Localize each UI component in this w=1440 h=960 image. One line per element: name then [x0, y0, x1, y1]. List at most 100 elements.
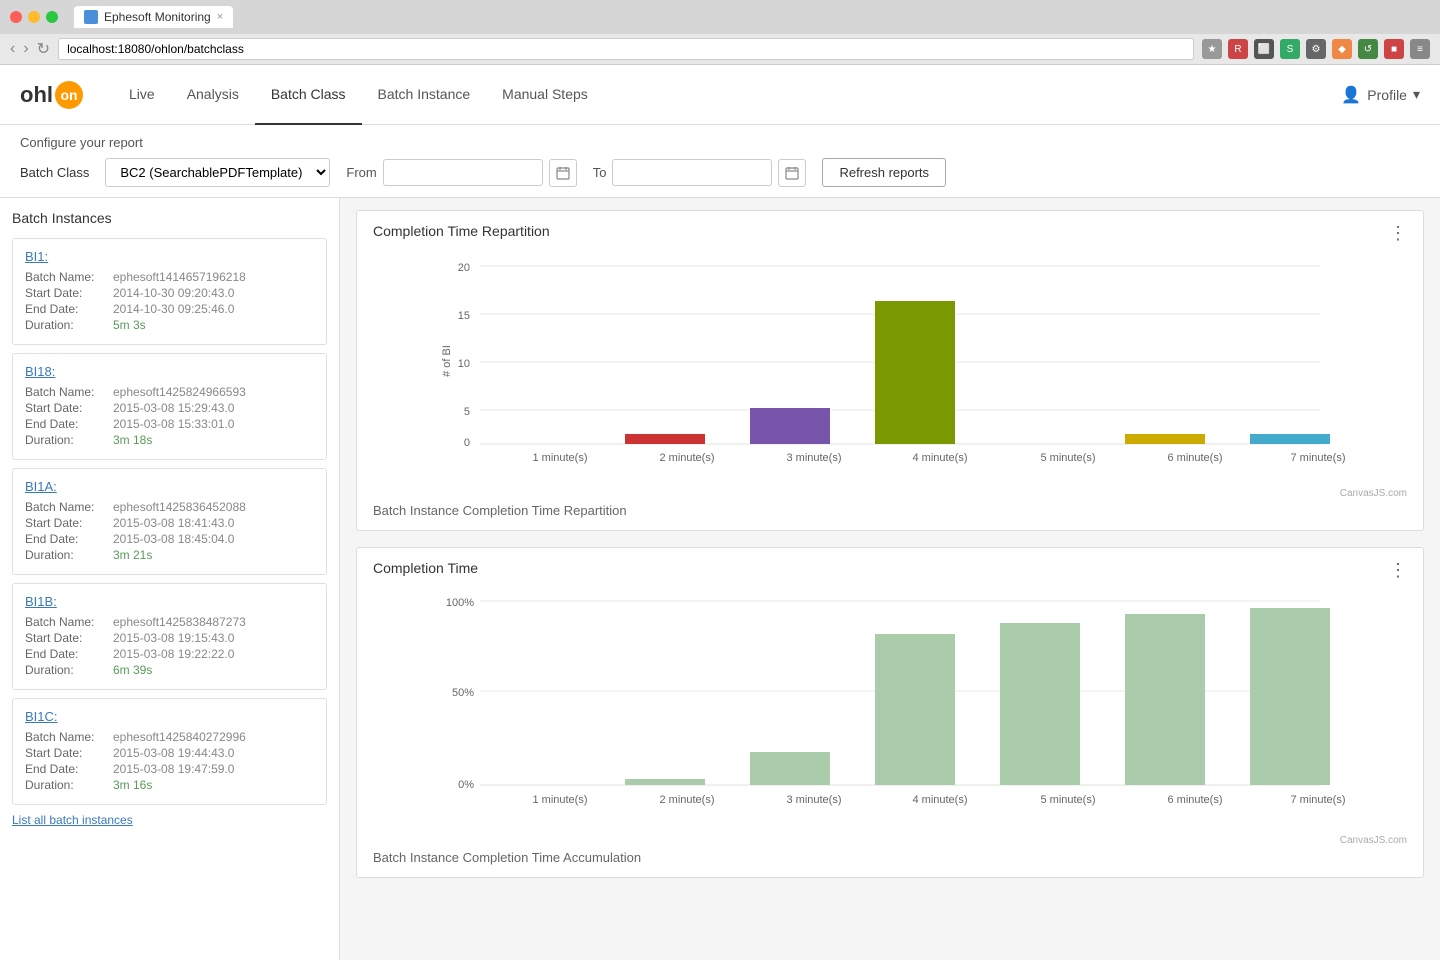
- batch-item-bi1b-link[interactable]: BI1B:: [25, 594, 314, 609]
- batch-item-bi1: BI1: Batch Name:ephesoft1414657196218 St…: [12, 238, 327, 345]
- back-button[interactable]: ‹: [10, 40, 15, 58]
- profile-label: Profile: [1367, 87, 1407, 103]
- bar2-7min: [1250, 608, 1330, 785]
- app-nav: Live Analysis Batch Class Batch Instance…: [113, 65, 1341, 125]
- bi1-duration-val: 5m 3s: [113, 318, 146, 332]
- to-label: To: [593, 165, 607, 180]
- x2-label-6min: 6 minute(s): [1167, 794, 1222, 806]
- maximize-dot[interactable]: [46, 11, 58, 23]
- chart1-container: 20 15 10 5 0 # of BI: [373, 251, 1407, 484]
- x-label-2min: 2 minute(s): [659, 452, 714, 464]
- bi1b-end-date-val: 2015-03-08 19:22:22.0: [113, 647, 234, 661]
- ext-icon-2[interactable]: ⬜: [1254, 39, 1274, 59]
- y-label-0: 0: [464, 437, 470, 449]
- chart1-title: Completion Time Repartition: [373, 223, 1407, 239]
- bi18-end-date-val: 2015-03-08 15:33:01.0: [113, 417, 234, 431]
- list-all-link[interactable]: List all batch instances: [12, 813, 327, 827]
- app-header: ohl on Live Analysis Batch Class Batch I…: [0, 65, 1440, 125]
- ext-icon-3[interactable]: S: [1280, 39, 1300, 59]
- x2-label-1min: 1 minute(s): [532, 794, 587, 806]
- bi18-end-date-label: End Date:: [25, 417, 105, 431]
- bi1b-duration-val: 6m 39s: [113, 663, 152, 677]
- profile-chevron-icon: ▾: [1413, 86, 1420, 103]
- y2-label-100: 100%: [446, 597, 474, 609]
- batch-item-bi1a-link[interactable]: BI1A:: [25, 479, 314, 494]
- y-label-15: 15: [458, 310, 470, 322]
- bi1-duration-label: Duration:: [25, 318, 105, 332]
- profile-button[interactable]: 👤 Profile ▾: [1341, 85, 1420, 105]
- bi1c-end-date-val: 2015-03-08 19:47:59.0: [113, 762, 234, 776]
- x2-label-2min: 2 minute(s): [659, 794, 714, 806]
- right-panel: Completion Time Repartition ⋮ 20 15 10 5…: [340, 198, 1440, 960]
- to-calendar-button[interactable]: [778, 159, 806, 187]
- ext-icon-7[interactable]: ■: [1384, 39, 1404, 59]
- nav-manual-steps[interactable]: Manual Steps: [486, 65, 604, 125]
- batch-item-bi1c-link[interactable]: BI1C:: [25, 709, 314, 724]
- to-date-group: To: [593, 159, 807, 187]
- bi18-batch-name-val: ephesoft1425824966593: [113, 385, 246, 399]
- from-date-input[interactable]: [383, 159, 543, 186]
- from-calendar-button[interactable]: [549, 159, 577, 187]
- window-controls: [10, 11, 58, 23]
- minimize-dot[interactable]: [28, 11, 40, 23]
- ext-icon-6[interactable]: ↺: [1358, 39, 1378, 59]
- bi18-duration-label: Duration:: [25, 433, 105, 447]
- batch-class-select[interactable]: BC2 (SearchablePDFTemplate): [105, 158, 330, 187]
- bi1b-start-date-label: Start Date:: [25, 631, 105, 645]
- menu-icon[interactable]: ≡: [1410, 39, 1430, 59]
- chart2-more-button[interactable]: ⋮: [1389, 560, 1407, 581]
- x-label-5min: 5 minute(s): [1040, 452, 1095, 464]
- close-dot[interactable]: [10, 11, 22, 23]
- ext-icon-4[interactable]: ⚙: [1306, 39, 1326, 59]
- header-right: 👤 Profile ▾: [1341, 85, 1420, 105]
- batch-item-bi18-link[interactable]: BI18:: [25, 364, 314, 379]
- browser-chrome: Ephesoft Monitoring × ‹ › ↻ ★ R ⬜ S ⚙ ◆ …: [0, 0, 1440, 65]
- bi1-end-date-val: 2014-10-30 09:25:46.0: [113, 302, 234, 316]
- chart2-title: Completion Time: [373, 560, 1407, 576]
- bar-7min: [1250, 434, 1330, 444]
- x2-label-7min: 7 minute(s): [1290, 794, 1345, 806]
- to-date-input[interactable]: [612, 159, 772, 186]
- y-label-10: 10: [458, 358, 470, 370]
- browser-tab[interactable]: Ephesoft Monitoring ×: [74, 6, 233, 28]
- nav-analysis[interactable]: Analysis: [171, 65, 255, 125]
- nav-batch-instance[interactable]: Batch Instance: [362, 65, 487, 125]
- reload-button[interactable]: ↻: [37, 39, 50, 59]
- chart2-container: 100% 50% 0%: [373, 588, 1407, 831]
- x2-label-4min: 4 minute(s): [912, 794, 967, 806]
- ext-icon-1[interactable]: R: [1228, 39, 1248, 59]
- bi1-start-date-val: 2014-10-30 09:20:43.0: [113, 286, 234, 300]
- x2-label-5min: 5 minute(s): [1040, 794, 1095, 806]
- chart2-subtitle: Batch Instance Completion Time Accumulat…: [373, 850, 1407, 865]
- ext-icon-5[interactable]: ◆: [1332, 39, 1352, 59]
- forward-button[interactable]: ›: [23, 40, 28, 58]
- nav-batch-class[interactable]: Batch Class: [255, 65, 362, 125]
- address-input[interactable]: [58, 38, 1194, 60]
- bar2-6min: [1125, 614, 1205, 785]
- x-label-4min: 4 minute(s): [912, 452, 967, 464]
- chart1-more-button[interactable]: ⋮: [1389, 223, 1407, 244]
- y2-label-0: 0%: [458, 779, 474, 791]
- refresh-reports-button[interactable]: Refresh reports: [822, 158, 946, 187]
- nav-live[interactable]: Live: [113, 65, 171, 125]
- bi1a-start-date-val: 2015-03-08 18:41:43.0: [113, 516, 234, 530]
- batch-class-label: Batch Class: [20, 165, 89, 180]
- logo-ohl-text: ohl: [20, 82, 53, 108]
- tab-close-button[interactable]: ×: [217, 11, 223, 23]
- bi1a-duration-label: Duration:: [25, 548, 105, 562]
- bi1c-duration-label: Duration:: [25, 778, 105, 792]
- bi1a-batch-name-label: Batch Name:: [25, 500, 105, 514]
- left-panel: Batch Instances BI1: Batch Name:ephesoft…: [0, 198, 340, 960]
- bar2-4min: [875, 634, 955, 785]
- bar2-3min: [750, 752, 830, 785]
- configure-title: Configure your report: [20, 135, 1420, 150]
- bi1a-start-date-label: Start Date:: [25, 516, 105, 530]
- bi1a-end-date-val: 2015-03-08 18:45:04.0: [113, 532, 234, 546]
- bi1b-duration-label: Duration:: [25, 663, 105, 677]
- chart1-section: Completion Time Repartition ⋮ 20 15 10 5…: [356, 210, 1424, 531]
- batch-item-bi1-link[interactable]: BI1:: [25, 249, 314, 264]
- batch-item-bi1b: BI1B: Batch Name:ephesoft1425838487273 S…: [12, 583, 327, 690]
- bi1b-start-date-val: 2015-03-08 19:15:43.0: [113, 631, 234, 645]
- y2-label-50: 50%: [452, 687, 474, 699]
- bookmark-icon[interactable]: ★: [1202, 39, 1222, 59]
